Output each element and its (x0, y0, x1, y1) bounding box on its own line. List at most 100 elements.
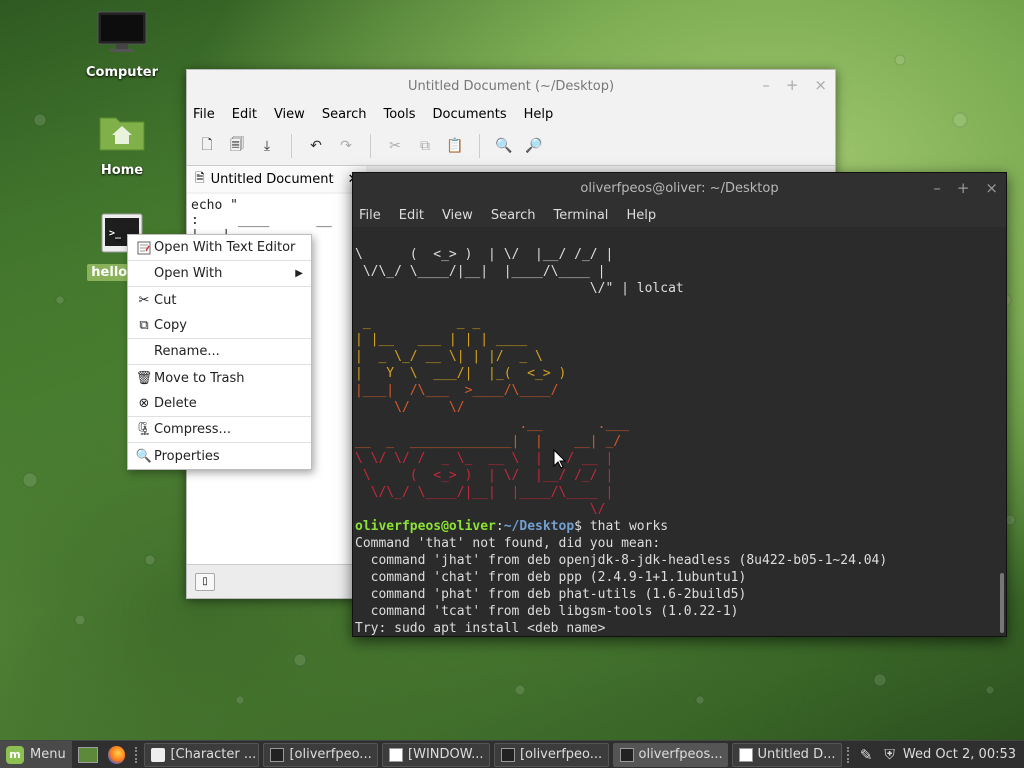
menu-label: Menu (30, 747, 66, 762)
desktop-icon-computer[interactable]: Computer (77, 10, 167, 81)
desktop-icon-home[interactable]: Home (77, 112, 167, 179)
output-line: \/" | lolcat (355, 281, 684, 296)
submenu-arrow-icon: ▶ (295, 268, 303, 279)
show-desktop-icon[interactable] (77, 746, 98, 763)
scrollbar[interactable] (1000, 573, 1004, 633)
document-icon: 🗎 (195, 170, 205, 185)
menu-terminal[interactable]: Terminal (553, 208, 608, 223)
task-button[interactable]: [oliverfpeo... (263, 742, 379, 767)
task-button[interactable]: Untitled D... (731, 742, 842, 767)
open-icon[interactable]: 🗐 (225, 134, 249, 158)
menu-view[interactable]: View (442, 208, 473, 223)
menu-edit[interactable]: Edit (399, 208, 424, 223)
home-folder-icon (99, 117, 145, 151)
redo-icon[interactable]: ↷ (334, 134, 358, 158)
start-menu-button[interactable]: m Menu (0, 740, 72, 768)
menu-documents[interactable]: Documents (433, 107, 507, 122)
task-label: [oliverfpeo... (519, 747, 603, 762)
menu-item-move-to-trash[interactable]: 🗑 Move to Trash (128, 365, 311, 391)
ascii-art-line: __ _ _____________| | __| _/ (355, 434, 622, 449)
minimize-button[interactable]: – (762, 76, 770, 94)
output-line: \/\_/ \____/|__| |____/\____ | (355, 264, 606, 279)
titlebar[interactable]: Untitled Document (~/Desktop) – + × (187, 70, 835, 102)
menu-item-properties[interactable]: 🔍 Properties (128, 443, 311, 469)
scissors-icon: ✂ (138, 292, 150, 308)
tab-label: Untitled Document (210, 171, 334, 187)
menu-item-compress[interactable]: 🗜 Compress... (128, 417, 311, 443)
menu-item-rename[interactable]: Rename... (128, 339, 311, 365)
output-line: command 'phat' from deb phat-utils (1.6-… (355, 587, 747, 602)
shield-icon[interactable]: ⛨ (884, 747, 895, 763)
menu-item-copy[interactable]: ⧉ Copy (128, 313, 311, 339)
menu-search[interactable]: Search (491, 208, 536, 223)
task-label: [oliverfpeo... (289, 747, 372, 762)
output-line: command 'tcat' from deb libgsm-tools (1.… (355, 604, 739, 619)
pen-tray-icon[interactable]: ✎ (860, 746, 873, 764)
undo-icon[interactable]: ↶ (304, 134, 328, 158)
copy-icon[interactable]: ⧉ (413, 134, 437, 158)
menu-item-open-with-text-editor[interactable]: Open With Text Editor (128, 235, 311, 261)
tab-untitled-document[interactable]: 🗎 Untitled Document ✕ (187, 166, 367, 192)
menu-edit[interactable]: Edit (232, 107, 257, 122)
task-label: [WINDOW... (408, 747, 484, 762)
menu-item-label: Cut (154, 292, 177, 308)
close-button[interactable]: × (985, 179, 998, 197)
titlebar[interactable]: oliverfpeos@oliver: ~/Desktop – + × (353, 173, 1006, 203)
menu-help[interactable]: Help (626, 208, 656, 223)
task-label: oliverfpeos... (638, 747, 723, 762)
new-document-icon[interactable]: 🗋 (195, 134, 219, 158)
task-button[interactable]: [Character ... (144, 742, 260, 767)
output-line: command 'jhat' from deb openjdk-8-jdk-he… (355, 553, 888, 568)
task-button[interactable]: [oliverfpeo... (493, 742, 609, 767)
text-editor-icon (738, 747, 753, 762)
ascii-art-line: \/ \/ (355, 400, 465, 415)
window-title: Untitled Document (~/Desktop) (407, 78, 615, 94)
menu-item-cut[interactable]: ✂ Cut (128, 287, 311, 313)
ascii-art-line: _ _ _ (355, 315, 481, 330)
menubar: File Edit View Search Tools Documents He… (187, 102, 835, 126)
terminal-icon (619, 747, 634, 762)
menu-file[interactable]: File (359, 208, 381, 223)
menu-item-delete[interactable]: ⊗ Delete (128, 391, 311, 417)
menu-item-label: Compress... (154, 422, 231, 437)
menu-view[interactable]: View (274, 107, 305, 122)
paste-icon[interactable]: 📋 (443, 134, 467, 158)
close-button[interactable]: × (814, 76, 827, 94)
output-line: \ ( <_> ) | \/ |__/ /_/ | (355, 247, 614, 262)
minimize-button[interactable]: – (933, 179, 941, 197)
output-line: command 'chat' from deb ppp (2.4.9-1+1.1… (355, 570, 747, 585)
ascii-art-line: \ \/ \/ / _ \_ __ \ | / __ | (355, 451, 614, 466)
replace-icon[interactable]: 🔎 (522, 134, 546, 158)
search-icon[interactable]: 🔍 (492, 134, 516, 158)
desktop-icon-label: Home (100, 163, 144, 178)
terminal-output[interactable]: \ ( <_> ) | \/ |__/ /_/ | \/\_/ \____/|_… (353, 229, 994, 636)
clock[interactable]: Wed Oct 2, 00:53 (895, 747, 1024, 762)
window-icon (389, 747, 404, 762)
ascii-art-line: | _ \_/ __ \| | |/ _ \ (355, 349, 543, 364)
menu-tools[interactable]: Tools (383, 107, 415, 122)
window-title: oliverfpeos@oliver: ~/Desktop (580, 180, 779, 196)
menu-help[interactable]: Help (524, 107, 554, 122)
ascii-art-line: | Y \ ___/| |_( <_> ) (355, 366, 567, 381)
command-text: that works (582, 519, 669, 534)
computer-icon (97, 11, 147, 52)
prompt-user: oliverfpeos@oliver (355, 519, 496, 534)
properties-icon: 🔍 (135, 448, 153, 464)
side-panel-toggle-icon[interactable]: ▯ (195, 572, 215, 591)
cut-icon[interactable]: ✂ (383, 134, 407, 158)
save-icon[interactable]: ⤓ (255, 134, 279, 158)
mouse-pointer-icon (553, 449, 567, 469)
maximize-button[interactable]: + (786, 76, 799, 94)
menu-file[interactable]: File (193, 107, 215, 122)
task-button[interactable]: [WINDOW... (382, 742, 490, 767)
maximize-button[interactable]: + (957, 179, 970, 197)
menu-item-open-with[interactable]: Open With ▶ (128, 261, 311, 287)
toolbar: 🗋 🗐 ⤓ ↶ ↷ ✂ ⧉ 📋 🔍 🔎 (187, 126, 835, 166)
menu-search[interactable]: Search (322, 107, 367, 122)
toolbar-divider (291, 133, 292, 158)
firefox-icon[interactable] (107, 745, 126, 764)
terminal-window[interactable]: oliverfpeos@oliver: ~/Desktop – + × File… (352, 172, 1007, 637)
context-menu: Open With Text Editor Open With ▶ ✂ Cut … (127, 234, 312, 470)
task-button[interactable]: oliverfpeos... (612, 742, 728, 767)
task-label: [Character ... (170, 747, 257, 762)
